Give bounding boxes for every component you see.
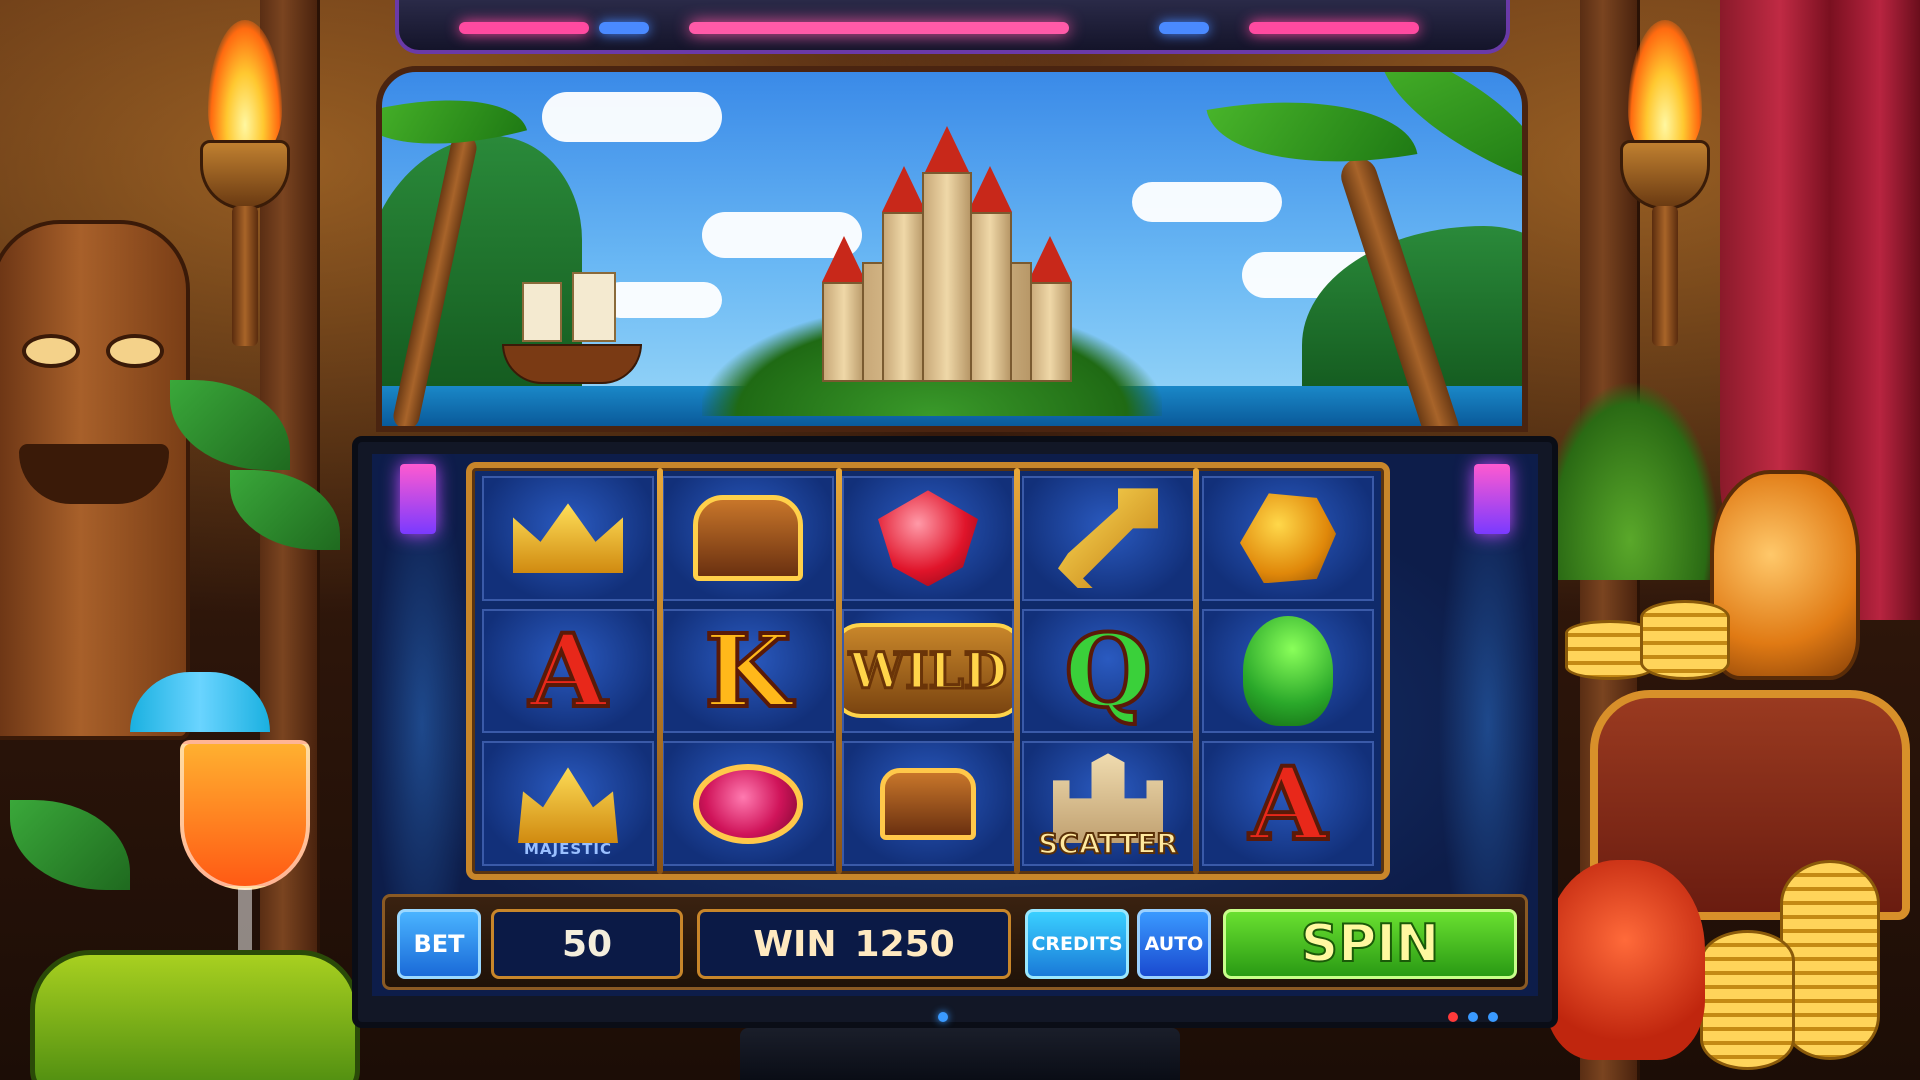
majestic-crown-icon [518,767,618,844]
reel-cell [842,741,1014,866]
bet-button[interactable]: BET [397,909,481,979]
left-torch [190,20,300,350]
bet-value-display: 50 [491,909,683,979]
coin-stack [1700,930,1795,1070]
status-led [1468,1012,1478,1022]
win-display: WIN 1250 [697,909,1011,979]
jungle-leaf [230,470,340,550]
gold-nugget-icon [1240,493,1336,584]
pirate-ship-icon [492,272,642,392]
reel-cell [1022,476,1194,601]
win-value: 1250 [854,923,955,965]
status-led [1488,1012,1498,1022]
reel-cell [662,476,834,601]
potion-bottle [1710,470,1860,680]
coin-stack [1780,860,1880,1060]
flame-icon [1628,20,1702,160]
tiki-statue [0,220,190,740]
reel-cell [1202,476,1374,601]
reel-cell [482,476,654,601]
letter-k-symbol: K [703,611,794,730]
slot-machine-monitor: A K WILD Q MAJESTIC SCATTER A BET 50 WIN 1250 … [352,436,1558,1028]
game-scene: A K WILD Q MAJESTIC SCATTER A BET 50 WIN 1250 … [0,0,1920,1080]
gem-banner-icon [400,464,436,534]
parrot-icon [1243,615,1333,726]
small-chest-icon [880,767,976,840]
crown-icon [513,503,623,574]
ruby-gem-icon [878,490,978,587]
control-bar: BET 50 WIN 1250 CREDITS AUTO SPIN [382,894,1528,990]
letter-a-symbol: A [1247,744,1329,863]
auto-button[interactable]: AUTO [1137,909,1211,979]
reel-cell: SCATTER [1022,741,1194,866]
reel-frame: A K WILD Q MAJESTIC SCATTER A [466,462,1390,880]
spin-button[interactable]: SPIN [1223,909,1517,979]
reel-cell: MAJESTIC [482,741,654,866]
letter-q-symbol: Q [1062,611,1153,730]
castle-icon [822,126,1072,382]
slot-screen: A K WILD Q MAJESTIC SCATTER A BET 50 WIN 1250 … [372,454,1538,996]
cocktail-glass [180,740,310,890]
castle-island-backdrop [376,66,1528,432]
flame-icon [208,20,282,160]
reel-divider [1192,468,1199,874]
letter-a-symbol: A [527,611,609,730]
gamepad-icon [30,950,360,1080]
red-dragon-figure [1545,860,1705,1060]
treasure-chest-icon [693,495,803,582]
reel-cell [1202,608,1374,734]
right-torch [1610,20,1720,350]
reel-cell: A [482,608,654,734]
gem-banner-icon [1474,464,1510,534]
neon-light-bar [395,0,1510,54]
reel-cell [662,741,834,866]
monitor-stand [740,1028,1180,1080]
win-label: WIN [753,923,837,965]
reel-cell: Q [1022,608,1194,734]
reel-grid: A K WILD Q MAJESTIC SCATTER A [482,476,1374,866]
credits-button[interactable]: CREDITS [1025,909,1129,979]
wild-symbol: WILD [844,623,1012,719]
power-led [938,1012,948,1022]
reel-divider [835,468,842,874]
reel-cell: A [1202,741,1374,866]
reel-divider [657,468,664,874]
coin-stack [1640,600,1730,680]
majestic-label: MAJESTIC [524,839,612,858]
reel-divider [1014,468,1021,874]
status-led [1448,1012,1458,1022]
jungle-leaf [10,800,130,890]
golden-key-icon [1058,488,1158,589]
reel-cell: WILD [842,608,1014,734]
reel-cell: K [662,608,834,734]
reel-cell [842,476,1014,601]
ruby-ring-icon [693,763,803,844]
scatter-label: SCATTER [1037,826,1179,861]
potted-plant [1540,380,1720,580]
